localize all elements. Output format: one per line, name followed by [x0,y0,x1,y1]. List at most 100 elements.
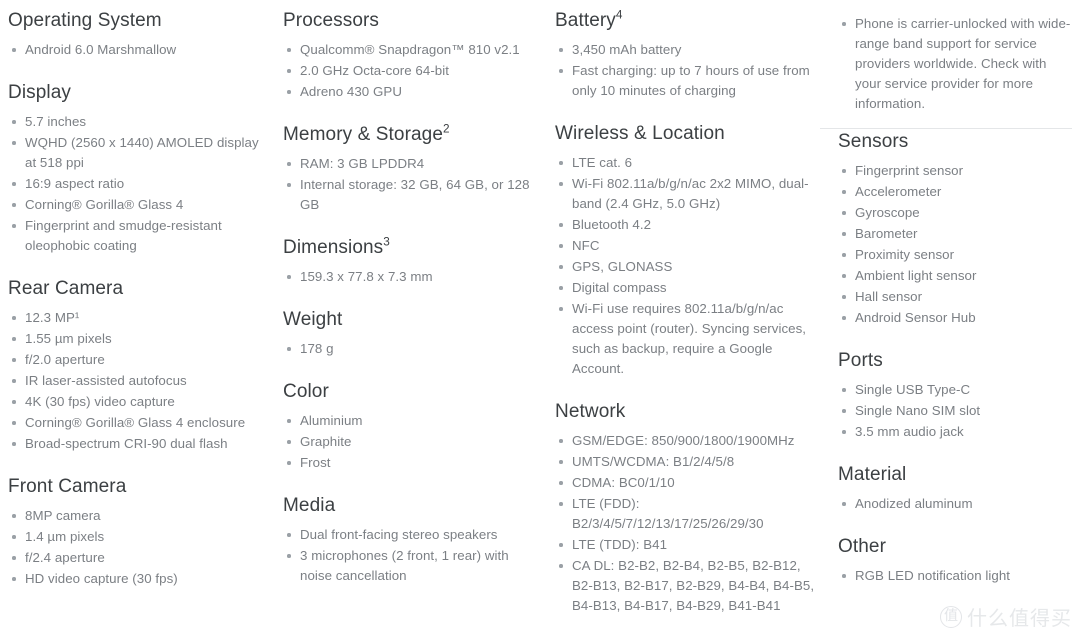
spec-list: 3,450 mAh battery Fast charging: up to 7 … [555,40,817,101]
spec-item: 1.55 µm pixels [8,329,270,349]
section-title-text: Wireless & Location [555,123,725,144]
spec-section-memory-storage: Memory & Storage2 RAM: 3 GB LPDDR4 Interna… [283,122,541,215]
spec-item: f/2.4 aperture [8,548,270,568]
spec-item: 3.5 mm audio jack [838,422,1072,442]
spec-list: Android 6.0 Marshmallow [8,40,270,60]
spec-item: GSM/EDGE: 850/900/1800/1900MHz [555,431,817,451]
spec-item: IR laser-assisted autofocus [8,371,270,391]
spec-item: Fast charging: up to 7 hours of use from… [555,61,817,101]
spec-section-processors: Processors Qualcomm® Snapdragon™ 810 v2.1… [283,8,541,102]
spec-item: 2.0 GHz Octa-core 64-bit [283,61,541,81]
spec-section-network: Network GSM/EDGE: 850/900/1800/1900MHz UMT… [555,399,817,616]
spec-item: CDMA: BC0/1/10 [555,473,817,493]
spec-section-battery: Battery4 3,450 mAh battery Fast charging: … [555,8,817,101]
spec-section-dimensions: Dimensions3 159.3 x 77.8 x 7.3 mm [283,235,541,287]
spec-item: RAM: 3 GB LPDDR4 [283,154,541,174]
spec-item: Wi-Fi use requires 802.11a/b/g/n/ac acce… [555,299,817,379]
spec-item: LTE (FDD): B2/3/4/5/7/12/13/17/25/26/29/… [555,494,817,534]
spec-column-4: Phone is carrier-unlocked with wide-rang… [820,0,1072,637]
spec-item: 1.4 µm pixels [8,527,270,547]
section-title-text: Material [838,464,907,485]
spec-item: Corning® Gorilla® Glass 4 [8,195,270,215]
spec-item: Phone is carrier-unlocked with wide-rang… [838,14,1072,114]
spec-list: 8MP camera 1.4 µm pixels f/2.4 aperture HD … [8,506,270,589]
section-title-other: Other [838,534,1072,560]
spec-item: Aluminium [283,411,541,431]
spec-list: RGB LED notification light [838,566,1072,586]
spec-item: RGB LED notification light [838,566,1072,586]
spec-column-1: Operating System Android 6.0 Marshmallow D… [8,0,270,637]
section-footnote-marker: 3 [383,235,390,249]
spec-item: LTE cat. 6 [555,153,817,173]
section-title-rear-camera: Rear Camera [8,276,270,302]
spec-item: Accelerometer [838,182,1072,202]
spec-section-wireless-location: Wireless & Location LTE cat. 6 Wi-Fi 802.1… [555,121,817,379]
spec-item: Barometer [838,224,1072,244]
spec-item: CA DL: B2-B2, B2-B4, B2-B5, B2-B12, B2-B… [555,556,817,616]
section-title-dimensions: Dimensions3 [283,235,541,261]
spec-list: Single USB Type-C Single Nano SIM slot 3.5… [838,380,1072,442]
section-title-operating-system: Operating System [8,8,270,34]
section-title-front-camera: Front Camera [8,474,270,500]
section-title-text: Rear Camera [8,278,124,299]
spec-section-sensors: Sensors Fingerprint sensor Accelerometer Gy… [820,129,1072,328]
spec-list: Aluminium Graphite Frost [283,411,541,473]
section-title-material: Material [838,462,1072,488]
spec-item: UMTS/WCDMA: B1/2/4/5/8 [555,452,817,472]
spec-item: Qualcomm® Snapdragon™ 810 v2.1 [283,40,541,60]
spec-list: GSM/EDGE: 850/900/1800/1900MHz UMTS/WCDMA… [555,431,817,616]
spec-list: 5.7 inches WQHD (2560 x 1440) AMOLED disp… [8,112,270,256]
spec-item: 4K (30 fps) video capture [8,392,270,412]
section-title-text: Color [283,381,329,402]
spec-item: 3 microphones (2 front, 1 rear) with noi… [283,546,541,586]
section-title-memory-storage: Memory & Storage2 [283,122,541,148]
spec-item: Anodized aluminum [838,494,1072,514]
spec-item: Digital compass [555,278,817,298]
section-title-sensors: Sensors [838,129,1072,155]
section-title-text: Network [555,401,626,422]
section-title-text: Processors [283,10,380,31]
spec-item: Android Sensor Hub [838,308,1072,328]
spec-list: RAM: 3 GB LPDDR4 Internal storage: 32 GB,… [283,154,541,215]
spec-list: Phone is carrier-unlocked with wide-rang… [838,14,1072,114]
spec-item: Single USB Type-C [838,380,1072,400]
section-title-ports: Ports [838,348,1072,374]
spec-section-weight: Weight 178 g [283,307,541,359]
spec-list: Fingerprint sensor Accelerometer Gyroscope… [838,161,1072,328]
spec-item: Android 6.0 Marshmallow [8,40,270,60]
spec-item: Graphite [283,432,541,452]
spec-item: Fingerprint and smudge-resistant oleopho… [8,216,270,256]
spec-section-display: Display 5.7 inches WQHD (2560 x 1440) AMOL… [8,80,270,256]
spec-item: Single Nano SIM slot [838,401,1072,421]
spec-list: 12.3 MP¹ 1.55 µm pixels f/2.0 aperture IR l… [8,308,270,454]
spec-item: 5.7 inches [8,112,270,132]
spec-item: Wi-Fi 802.11a/b/g/n/ac 2x2 MIMO, dual-ba… [555,174,817,214]
spec-section-rear-camera: Rear Camera 12.3 MP¹ 1.55 µm pixels f/2.0 a… [8,276,270,454]
section-title-color: Color [283,379,541,405]
spec-item: LTE (TDD): B41 [555,535,817,555]
spec-item: Ambient light sensor [838,266,1072,286]
section-footnote-marker: 2 [443,122,450,136]
section-title-battery: Battery4 [555,8,817,34]
section-title-text: Weight [283,309,343,330]
spec-list: 159.3 x 77.8 x 7.3 mm [283,267,541,287]
spec-item: 8MP camera [8,506,270,526]
section-title-text: Media [283,495,336,516]
spec-item: Dual front-facing stereo speakers [283,525,541,545]
specifications-grid: Operating System Android 6.0 Marshmallow D… [0,0,1080,637]
spec-item: 178 g [283,339,541,359]
spec-column-3: Battery4 3,450 mAh battery Fast charging: … [555,0,817,637]
spec-list: Dual front-facing stereo speakers 3 micro… [283,525,541,586]
spec-item: 159.3 x 77.8 x 7.3 mm [283,267,541,287]
spec-item: 12.3 MP¹ [8,308,270,328]
section-title-text: Memory & Storage [283,124,443,145]
spec-item: Broad-spectrum CRI-90 dual flash [8,434,270,454]
spec-item: Proximity sensor [838,245,1072,265]
section-title-text: Display [8,82,71,103]
section-title-text: Other [838,536,887,557]
spec-item: f/2.0 aperture [8,350,270,370]
section-title-display: Display [8,80,270,106]
spec-item: Fingerprint sensor [838,161,1072,181]
section-title-network: Network [555,399,817,425]
spec-list: 178 g [283,339,541,359]
